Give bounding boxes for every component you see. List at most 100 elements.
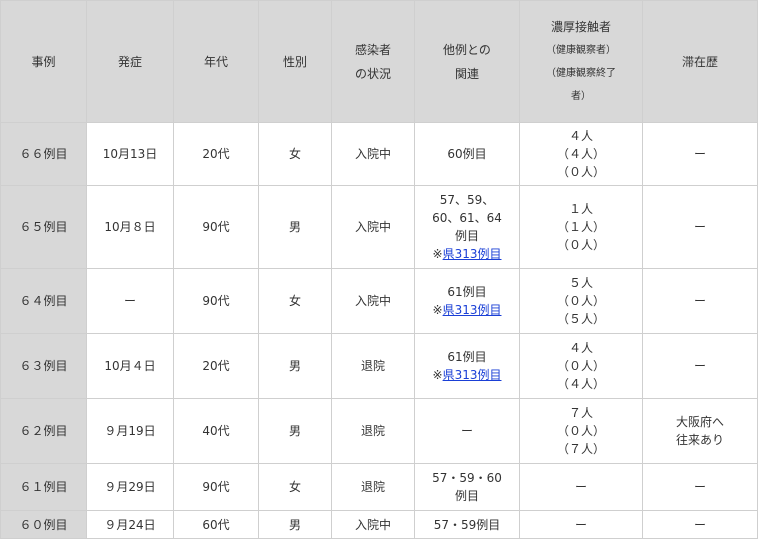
cell-contacts-line: （０人）: [556, 165, 605, 179]
note-prefix: ※: [432, 368, 443, 382]
cell-stay-line: ー: [693, 220, 706, 234]
cell-sex: 男: [258, 333, 332, 399]
cases-table: 事例 発症 年代 性別 感染者 の状況 他例との 関連 濃厚接触者 （健康観察者…: [0, 0, 758, 539]
cell-case: ６３例目: [0, 333, 87, 399]
header-age: 年代: [173, 0, 259, 123]
cell-relation-note: ※県313例目: [417, 366, 517, 384]
header-relation-line1: 他例との: [443, 42, 491, 57]
related-case-link[interactable]: 県313例目: [443, 247, 502, 261]
cell-age: 90代: [173, 268, 259, 334]
header-case: 事例: [0, 0, 87, 123]
cell-contacts-line: （１人）: [556, 220, 605, 234]
cell-status: 退院: [331, 463, 415, 511]
cell-stay-line: ー: [693, 480, 706, 494]
table-row: ６１例目 ９月29日 90代女退院 57・59・60 例目 ー ー: [0, 463, 758, 511]
cell-age: 20代: [173, 333, 259, 399]
cell-status: 入院中: [331, 122, 415, 186]
cell-relation: 57・59・60 例目: [414, 463, 520, 511]
note-prefix: ※: [432, 303, 443, 317]
cell-contacts-line: ７人: [568, 406, 593, 420]
cell-contacts-line: （４人）: [556, 377, 605, 391]
cell-stay: ー: [642, 268, 758, 334]
cell-relation: 57・59例目: [414, 510, 520, 539]
cell-age: 90代: [173, 463, 259, 511]
cell-contacts: １人 （１人） （０人）: [519, 185, 643, 269]
cell-sex: 男: [258, 510, 332, 539]
cell-relation: ー: [414, 398, 520, 464]
cell-contacts-line: （０人）: [556, 238, 605, 252]
cell-contacts-line: （０人）: [556, 294, 605, 308]
cell-relation-line: 61例目: [447, 350, 487, 364]
cell-relation-line: 60例目: [447, 147, 487, 161]
cell-contacts-line: （０人）: [556, 359, 605, 373]
cell-relation: 57、59、 60、61、64 例目 ※県313例目: [414, 185, 520, 269]
cell-relation: 61例目 ※県313例目: [414, 333, 520, 399]
cell-contacts-line: ４人: [568, 341, 593, 355]
cell-relation-line: 例目: [454, 489, 479, 503]
cell-status: 入院中: [331, 268, 415, 334]
cell-onset: 10月８日: [86, 185, 174, 269]
cell-case: ６１例目: [0, 463, 87, 511]
cell-age: 60代: [173, 510, 259, 539]
cell-relation-line: 57・59・60: [432, 471, 502, 485]
header-relation: 他例との 関連: [414, 0, 520, 123]
cell-onset: ９月19日: [86, 398, 174, 464]
related-case-link[interactable]: 県313例目: [443, 303, 502, 317]
cell-stay: ー: [642, 185, 758, 269]
cell-status: 退院: [331, 398, 415, 464]
cell-status: 入院中: [331, 185, 415, 269]
table-header-row: 事例 発症 年代 性別 感染者 の状況 他例との 関連 濃厚接触者 （健康観察者…: [0, 0, 758, 123]
cell-sex: 女: [258, 122, 332, 186]
cell-relation-line: 60、61、64: [432, 211, 502, 225]
cell-sex: 女: [258, 463, 332, 511]
cell-relation-line: 61例目: [447, 285, 487, 299]
cell-status: 入院中: [331, 510, 415, 539]
cell-onset: 10月13日: [86, 122, 174, 186]
table-row: ６４例目ー 90代女入院中 61例目 ※県313例目 ５人 （０人） （５人）ー: [0, 268, 758, 334]
cell-contacts: ７人 （０人） （７人）: [519, 398, 643, 464]
cell-relation-note: ※県313例目: [417, 245, 517, 263]
cell-onset: ９月24日: [86, 510, 174, 539]
table-row: ６３例目 10月４日 20代男退院 61例目 ※県313例目 ４人 （０人） （４人） ー: [0, 333, 758, 399]
cell-contacts: ４人 （４人） （０人）: [519, 122, 643, 186]
cell-stay-line: 往来あり: [675, 433, 724, 447]
cell-stay-line: ー: [693, 147, 706, 161]
header-contacts-sub1: （健康観察者）: [546, 45, 616, 56]
cell-stay: ー: [642, 463, 758, 511]
cell-case: ６２例目: [0, 398, 87, 464]
cell-age: 40代: [173, 398, 259, 464]
cell-contacts: ー: [519, 510, 643, 539]
cell-relation-line: ー: [460, 424, 473, 438]
header-status-line1: 感染者: [354, 42, 391, 57]
header-sex: 性別: [258, 0, 332, 123]
cell-relation-line: 57、59、: [439, 193, 495, 207]
cell-sex: 男: [258, 185, 332, 269]
cell-relation: 60例目: [414, 122, 520, 186]
note-prefix: ※: [432, 247, 443, 261]
cell-contacts-line: ４人: [568, 129, 593, 143]
cell-relation-line: 57・59例目: [433, 517, 501, 532]
table-row: ６６例目 10月13日 20代女入院中 60例目 ４人 （４人） （０人） ー: [0, 122, 758, 186]
cell-onset: 10月４日: [86, 333, 174, 399]
cell-age: 90代: [173, 185, 259, 269]
cell-sex: 女: [258, 268, 332, 334]
cell-stay-line: ー: [693, 359, 706, 373]
table-row: ６２例目 ９月19日 40代男退院 ー ７人 （０人） （７人） 大阪府へ 往来あり: [0, 398, 758, 464]
cell-case: ６６例目: [0, 122, 87, 186]
cell-contacts-line: （７人）: [556, 442, 605, 456]
cell-case: ６４例目: [0, 268, 87, 334]
cell-relation-note: ※県313例目: [417, 301, 517, 319]
cell-contacts-line: ー: [574, 517, 587, 532]
cell-stay-line: 大阪府へ: [675, 415, 724, 429]
cell-relation-line: 例目: [454, 229, 479, 243]
cell-contacts: ４人 （０人） （４人）: [519, 333, 643, 399]
cell-status: 退院: [331, 333, 415, 399]
cell-contacts-line: （５人）: [556, 312, 605, 326]
cell-contacts-line: ー: [574, 480, 587, 494]
related-case-link[interactable]: 県313例目: [443, 368, 502, 382]
header-contacts-sub3: 者）: [571, 91, 591, 102]
cell-onset: ９月29日: [86, 463, 174, 511]
header-onset: 発症: [86, 0, 174, 123]
header-stay: 滞在歴: [642, 0, 758, 123]
cell-contacts: ー: [519, 463, 643, 511]
